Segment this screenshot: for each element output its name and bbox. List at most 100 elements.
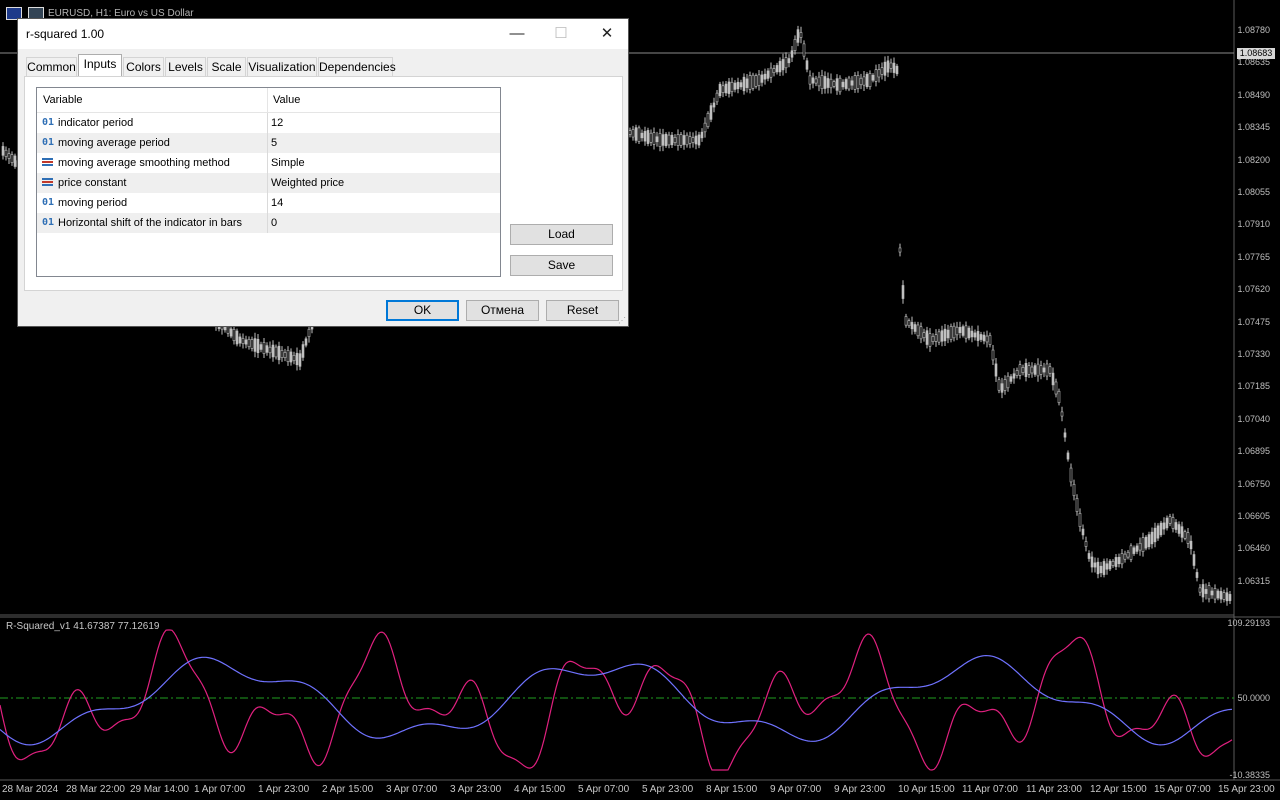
minimize-button[interactable]: — (494, 19, 540, 49)
tab-inputs[interactable]: Inputs (78, 54, 122, 76)
cancel-button[interactable]: Отмена (466, 300, 539, 321)
candle-body (901, 285, 905, 299)
table-row[interactable]: 01 Horizontal shift of the indicator in … (37, 213, 500, 233)
variable-value[interactable]: 5 (271, 137, 277, 149)
candle-body (1018, 364, 1022, 376)
candle-body (1033, 365, 1037, 375)
candle-body (961, 326, 965, 336)
candle-body (934, 334, 938, 342)
variable-value[interactable]: 14 (271, 197, 283, 209)
save-button[interactable]: Save (510, 255, 613, 276)
column-value[interactable]: Value (273, 94, 300, 106)
candle-body (1027, 365, 1031, 375)
candle-body (1066, 452, 1070, 460)
candle-body (769, 67, 773, 78)
tab-common[interactable]: Common (26, 57, 77, 76)
candle-body (802, 43, 806, 57)
candle-body (829, 78, 833, 89)
candle-body (10, 154, 14, 163)
price-axis-label: 1.08200 (1237, 154, 1270, 165)
candle-body (973, 332, 977, 338)
candle-body (628, 130, 632, 135)
tab-colors[interactable]: Colors (123, 57, 164, 76)
candle-body (985, 335, 989, 343)
candle-body (859, 77, 863, 86)
candle-body (637, 127, 641, 142)
variable-value[interactable]: Weighted price (271, 177, 344, 189)
candle-body (1057, 390, 1061, 404)
candle-body (1135, 545, 1139, 552)
time-axis-label: 12 Apr 15:00 (1090, 784, 1147, 795)
candle-body (766, 70, 770, 79)
time-axis-label: 9 Apr 07:00 (770, 784, 822, 795)
table-row[interactable]: 01 moving period 14 (37, 193, 500, 213)
variable-value[interactable]: 12 (271, 117, 283, 129)
current-price-marker: 1.08683 (1237, 48, 1275, 59)
candle-body (754, 75, 758, 87)
candle-body (979, 334, 983, 340)
candle-body (286, 349, 290, 363)
variable-value[interactable]: Simple (271, 157, 305, 169)
candle-body (964, 325, 968, 339)
candle-body (994, 363, 998, 377)
reset-button[interactable]: Reset (546, 300, 619, 321)
price-axis-label: 1.07765 (1237, 251, 1270, 262)
table-row[interactable]: moving average smoothing method Simple (37, 153, 500, 173)
column-variable[interactable]: Variable (43, 94, 83, 106)
maximize-button[interactable]: ☐ (538, 19, 584, 49)
time-axis-label: 3 Apr 07:00 (386, 784, 438, 795)
time-axis-label: 10 Apr 15:00 (898, 784, 955, 795)
candle-body (673, 136, 677, 144)
candle-body (940, 330, 944, 342)
variable-name: indicator period (58, 117, 134, 129)
candle-body (841, 81, 845, 88)
candle-body (700, 131, 704, 139)
tab-dependencies[interactable]: Dependencies (318, 57, 396, 76)
variable-value[interactable]: 0 (271, 217, 277, 229)
ok-button[interactable]: OK (386, 300, 459, 321)
candle-body (250, 339, 254, 349)
candle-body (904, 316, 908, 326)
tab-visualization[interactable]: Visualization (247, 57, 317, 76)
candle-body (988, 335, 992, 345)
resize-grip-icon[interactable]: ⋰ (618, 316, 626, 325)
price-axis-label: 1.07910 (1237, 219, 1270, 230)
candle-body (976, 331, 980, 341)
candle-body (1102, 561, 1106, 575)
candle-body (862, 76, 866, 86)
time-axis-label: 3 Apr 23:00 (450, 784, 502, 795)
tab-levels[interactable]: Levels (165, 57, 206, 76)
close-button[interactable]: ✕ (584, 19, 630, 49)
candle-body (808, 75, 812, 85)
candle-body (4, 149, 8, 157)
time-axis-label: 15 Apr 23:00 (1218, 784, 1275, 795)
table-row[interactable]: 01 moving average period 5 (37, 133, 500, 153)
candle-body (676, 134, 680, 146)
candle-body (1123, 553, 1127, 560)
candle-body (691, 137, 695, 143)
candle-body (1093, 562, 1097, 568)
list-icon (42, 158, 53, 168)
load-button[interactable]: Load (510, 224, 613, 245)
candle-body (1, 146, 5, 156)
candle-body (1024, 363, 1028, 377)
candle-body (1021, 367, 1025, 373)
tab-scale[interactable]: Scale (207, 57, 246, 76)
dialog-titlebar[interactable]: r-squared 1.00 — ☐ ✕ (18, 19, 628, 49)
candle-body (655, 136, 659, 143)
candle-body (796, 29, 800, 43)
candle-body (1063, 432, 1067, 438)
candle-body (1201, 584, 1205, 598)
indicator-axis-max: 109.29193 (1227, 618, 1270, 628)
time-axis-label: 4 Apr 15:00 (514, 784, 566, 795)
candle-body (970, 330, 974, 338)
candle-body (895, 65, 899, 75)
candle-body (7, 153, 11, 159)
table-row[interactable]: price constant Weighted price (37, 173, 500, 193)
table-row[interactable]: 01 indicator period 12 (37, 113, 500, 133)
candle-body (1075, 498, 1079, 512)
candle-body (301, 344, 305, 358)
candle-body (733, 82, 737, 90)
indicator-properties-dialog: r-squared 1.00 — ☐ ✕ Common Inputs Color… (17, 18, 629, 327)
candle-body (1036, 363, 1040, 377)
